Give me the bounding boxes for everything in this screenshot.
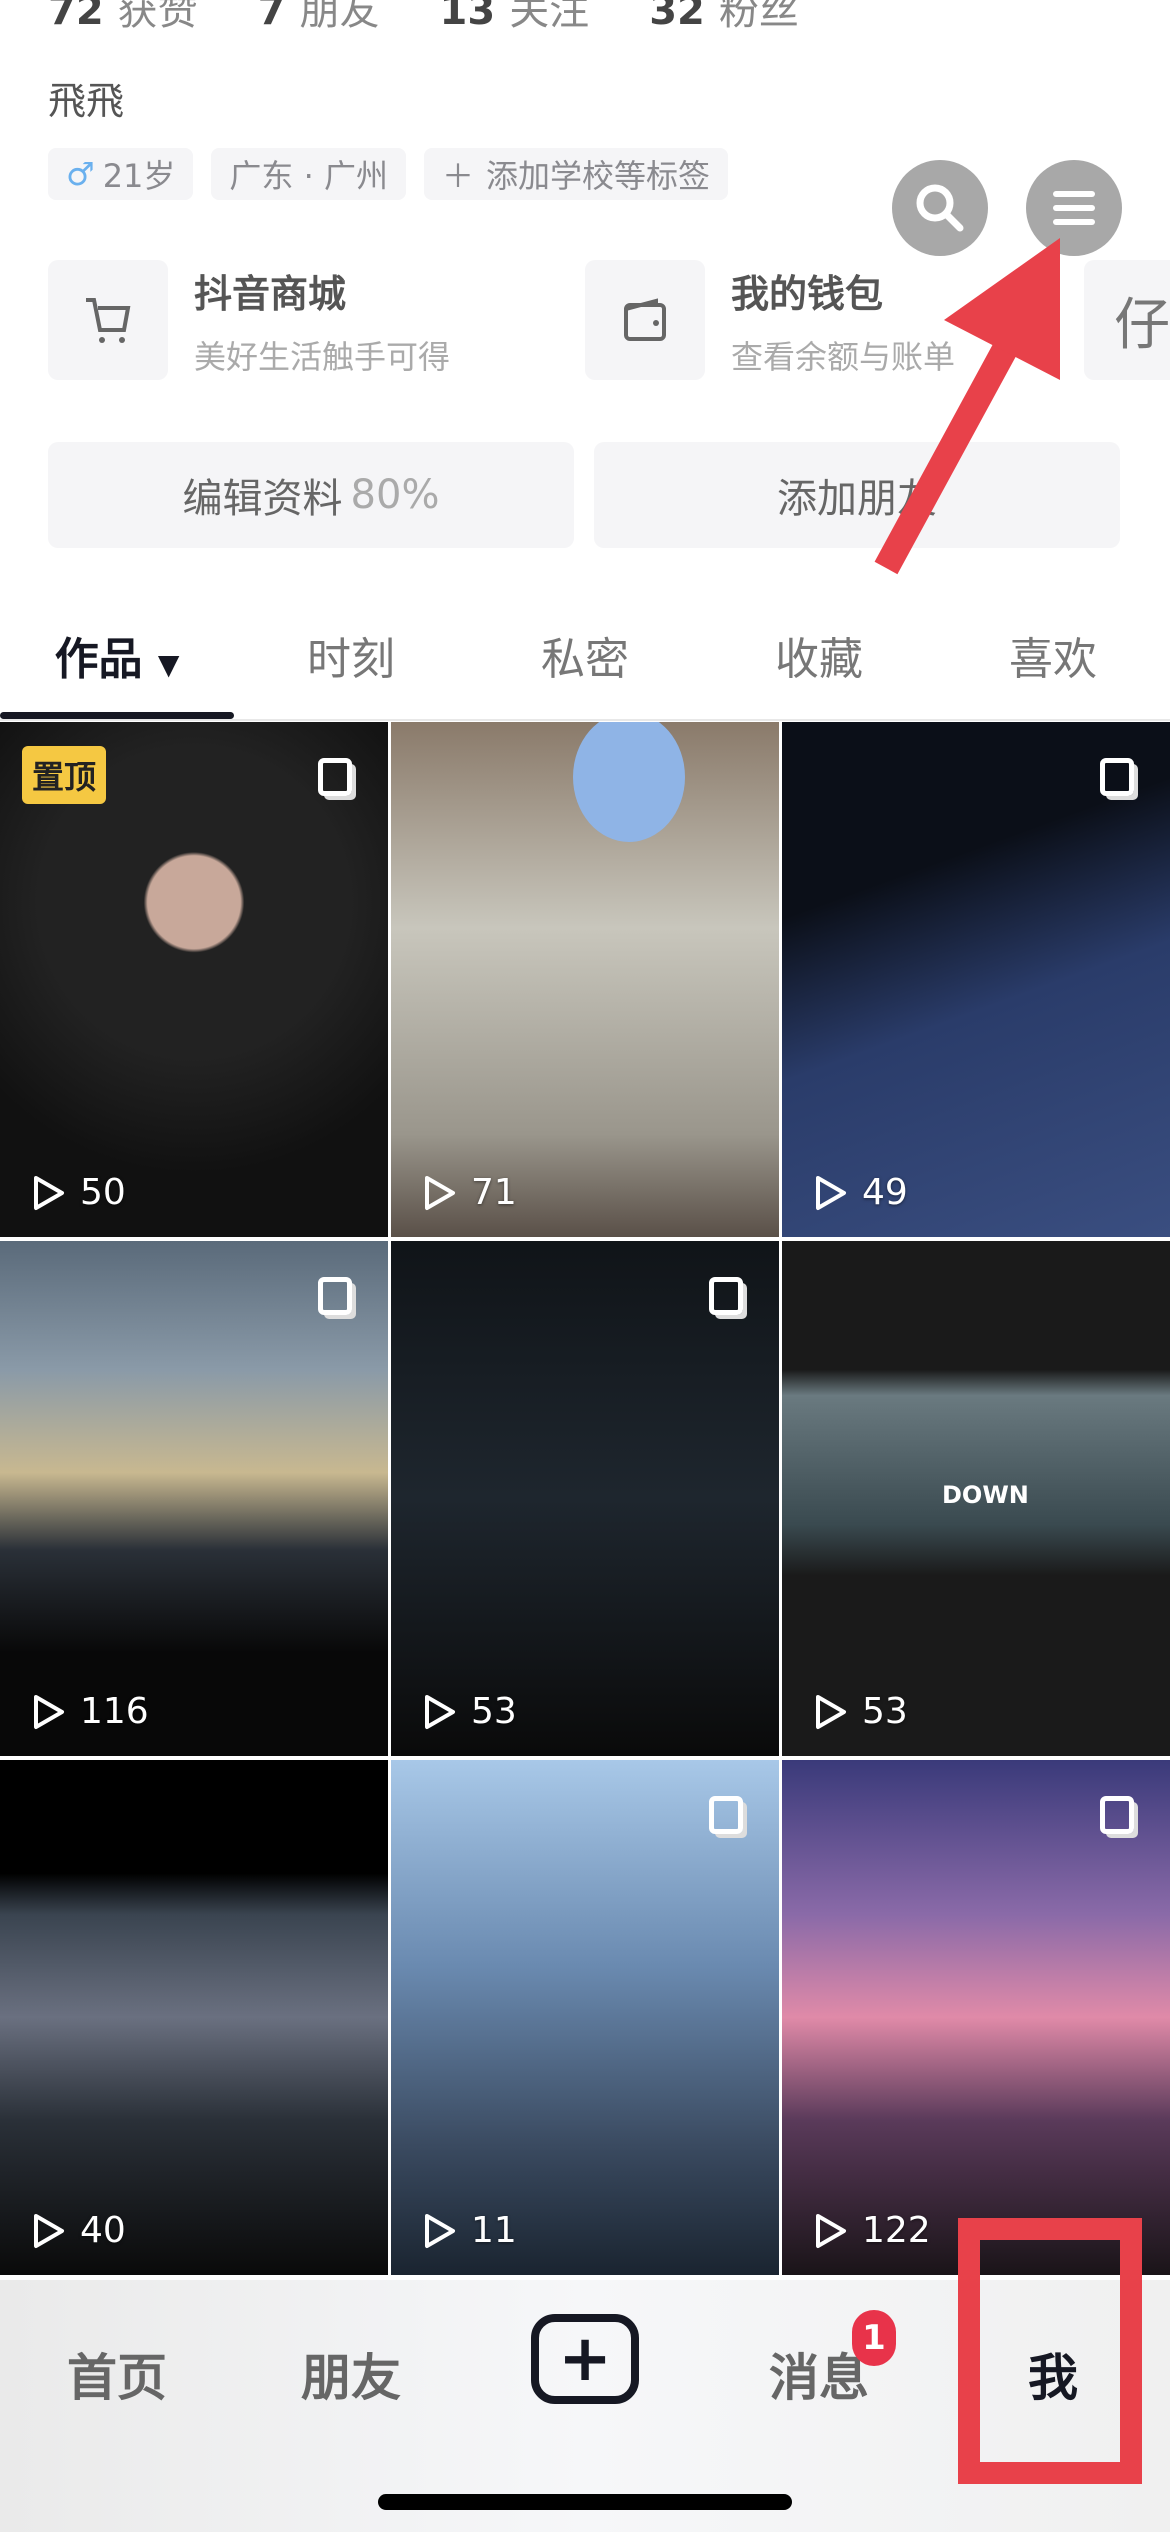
- multi-image-icon: [1100, 758, 1134, 796]
- multi-image-icon: [709, 1796, 743, 1834]
- play-count: 11: [421, 2210, 517, 2251]
- annotation-highlight-box: [958, 2218, 1142, 2484]
- play-count: 49: [812, 1172, 908, 1213]
- play-count: 53: [421, 1691, 517, 1732]
- video-thumbnail[interactable]: 11: [391, 1760, 779, 2275]
- multi-image-icon: [318, 1277, 352, 1315]
- play-count: 71: [421, 1172, 517, 1213]
- play-icon: [816, 1694, 846, 1729]
- nav-home[interactable]: 首页: [0, 2280, 234, 2532]
- play-icon: [425, 1175, 455, 1210]
- play-count: 53: [812, 1691, 908, 1732]
- multi-image-icon: [318, 758, 352, 796]
- divider: [0, 719, 1170, 721]
- multi-image-icon: [1100, 1796, 1134, 1834]
- video-thumbnail[interactable]: 71: [391, 722, 779, 1237]
- video-thumbnail[interactable]: 49: [782, 722, 1170, 1237]
- multi-image-icon: [709, 1277, 743, 1315]
- sticker-face: [573, 722, 685, 842]
- play-icon: [425, 2213, 455, 2248]
- video-thumbnail[interactable]: 置顶 50: [0, 722, 388, 1237]
- video-thumbnail[interactable]: 53: [391, 1241, 779, 1756]
- video-thumbnail[interactable]: DOWN 53: [782, 1241, 1170, 1756]
- video-thumbnail[interactable]: 122: [782, 1760, 1170, 2275]
- play-icon: [425, 1694, 455, 1729]
- unread-badge: 1: [852, 2310, 896, 2366]
- video-thumbnail[interactable]: 40: [0, 1760, 388, 2275]
- nav-messages-label: 消息: [769, 2349, 869, 2407]
- play-icon: [34, 1175, 64, 1210]
- play-icon: [816, 2213, 846, 2248]
- play-count: 40: [30, 2210, 126, 2251]
- plus-icon: +: [531, 2314, 639, 2404]
- home-indicator: [378, 2494, 792, 2510]
- play-count: 116: [30, 1691, 149, 1732]
- play-icon: [34, 1694, 64, 1729]
- play-icon: [816, 1175, 846, 1210]
- active-tab-indicator: [0, 712, 234, 719]
- video-overlay-text: DOWN: [942, 1481, 1029, 1509]
- pinned-badge: 置顶: [22, 746, 107, 804]
- play-icon: [34, 2213, 64, 2248]
- video-grid: 置顶 50 71 49 116 53 DOWN 53 40 11 122: [0, 722, 1170, 2275]
- video-thumbnail[interactable]: 116: [0, 1241, 388, 1756]
- play-count: 122: [812, 2210, 931, 2251]
- play-count: 50: [30, 1172, 126, 1213]
- annotation-arrow: [874, 238, 1060, 575]
